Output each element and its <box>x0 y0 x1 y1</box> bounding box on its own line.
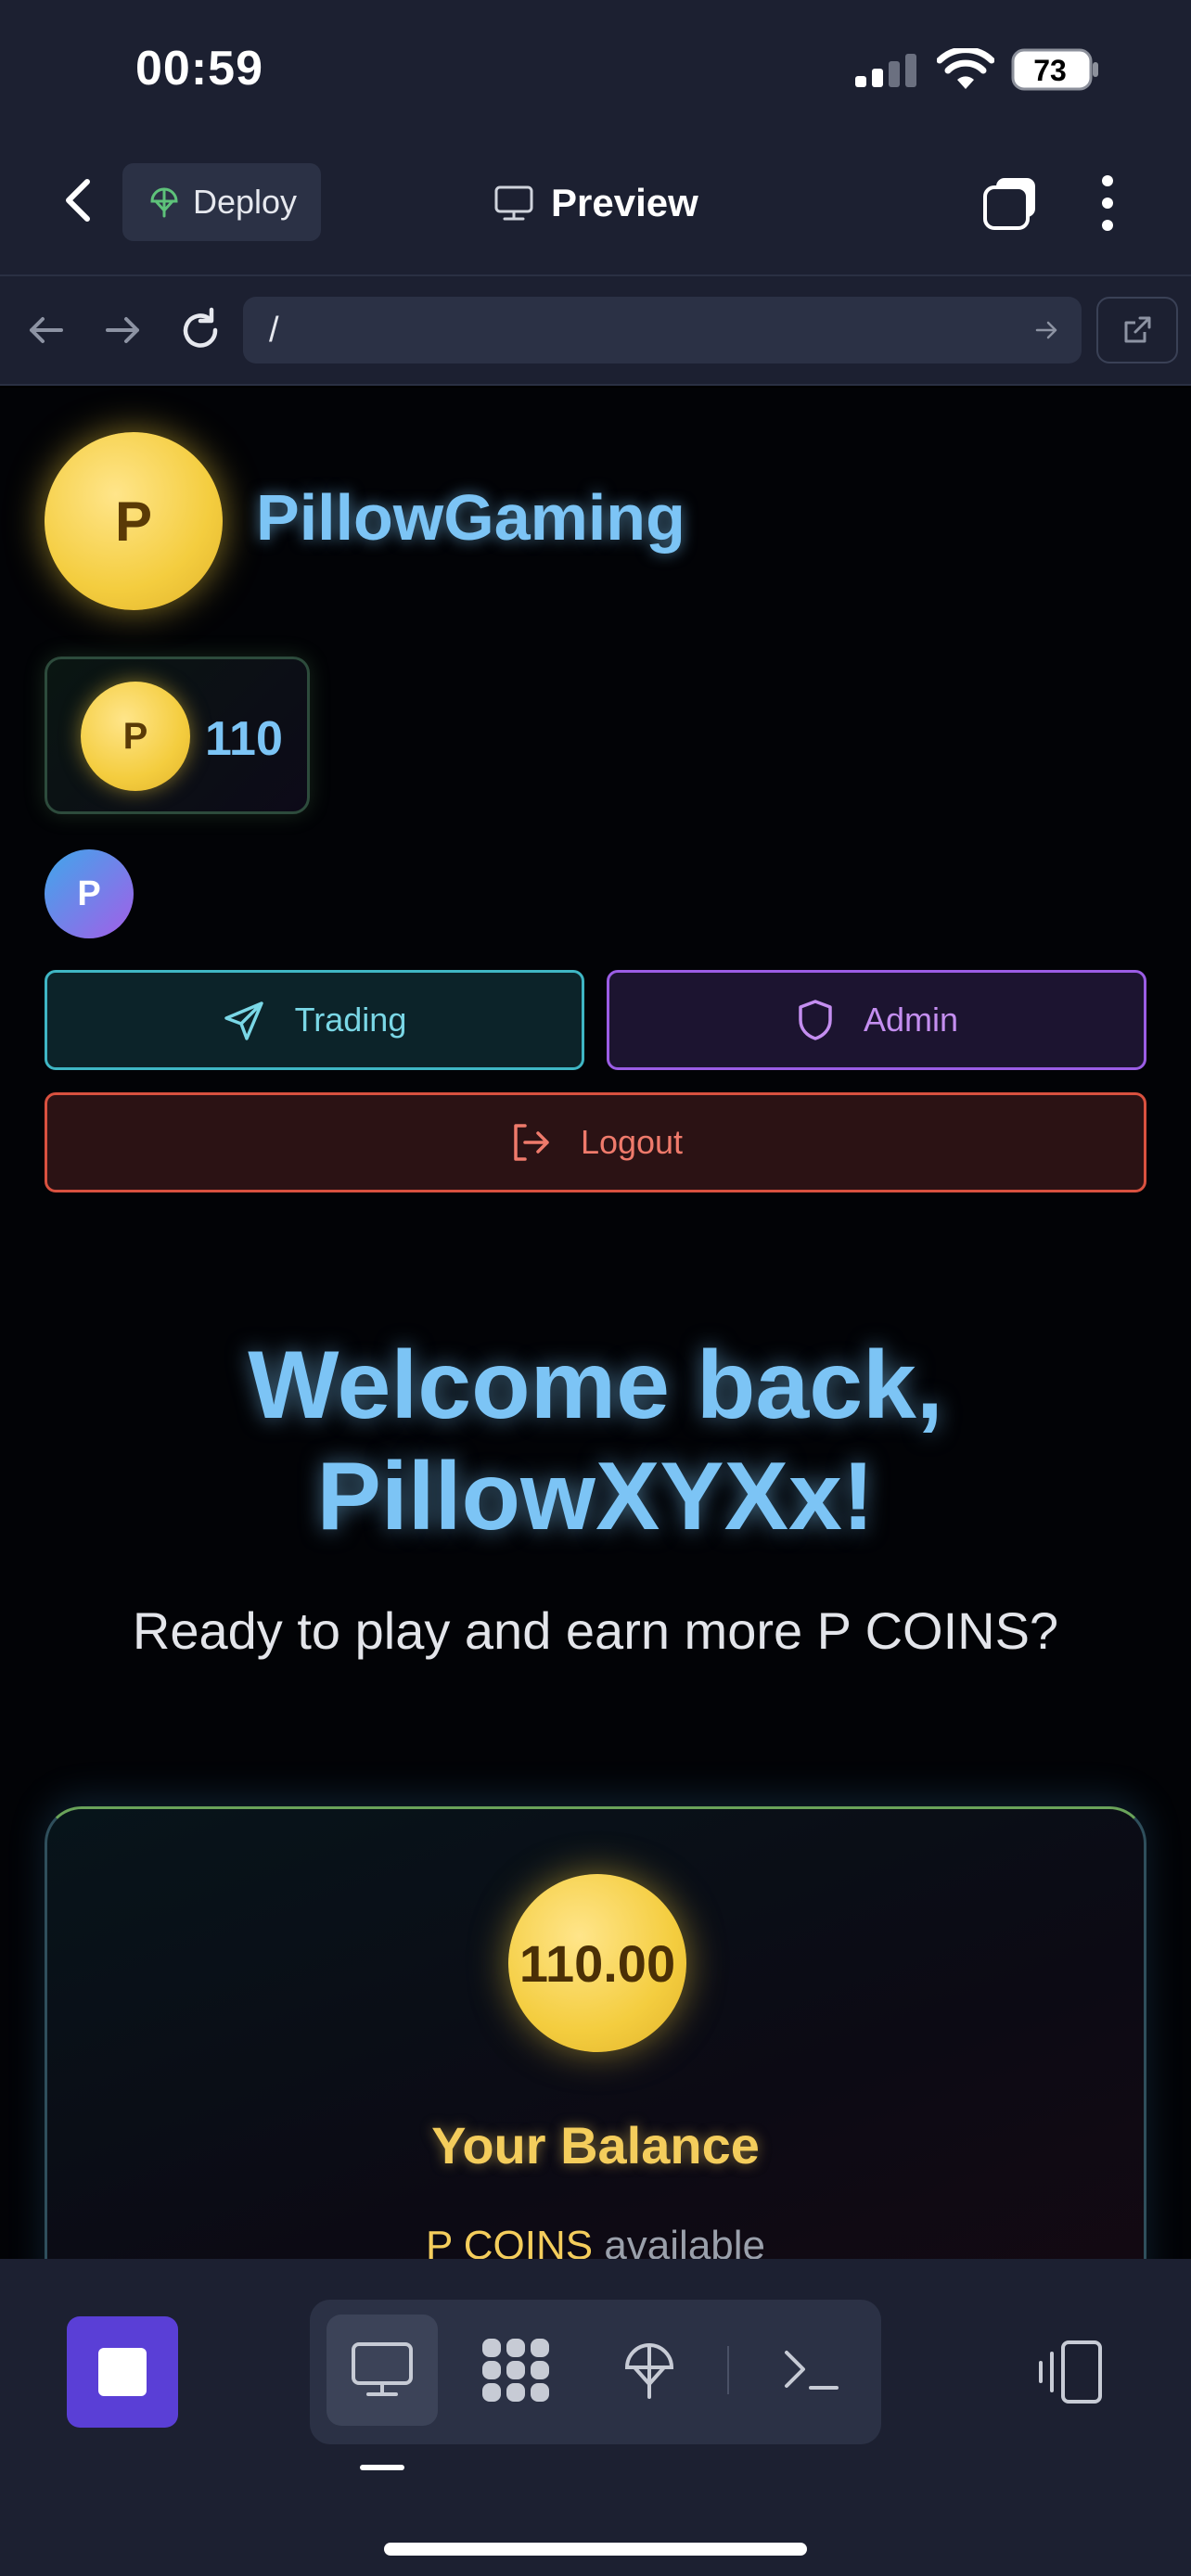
balance-card-title: Your Balance <box>431 2116 760 2174</box>
url-bar-row: / <box>0 274 1191 386</box>
logo-coin[interactable]: P <box>45 432 223 610</box>
bottom-toolbar <box>0 2259 1191 2576</box>
coin-icon: P <box>81 682 190 791</box>
preview-label: Preview <box>551 181 698 224</box>
forward-arrow-icon[interactable] <box>96 304 148 356</box>
preview-title: Preview <box>493 171 698 236</box>
tool-apps[interactable] <box>460 2315 571 2426</box>
tabs-icon[interactable] <box>981 174 1039 232</box>
back-chevron-icon[interactable] <box>56 171 100 230</box>
web-preview: P PillowGaming P 110 P Trading Admin Log… <box>0 388 1191 2259</box>
brand-name[interactable]: PillowGaming <box>256 480 685 555</box>
signal-icon <box>855 54 916 87</box>
url-input[interactable]: / <box>243 297 1082 363</box>
apps-icon <box>482 2339 549 2402</box>
avatar[interactable]: P <box>45 849 134 938</box>
home-indicator <box>384 2543 807 2556</box>
welcome-line-2: PillowXYXx! <box>316 1443 875 1550</box>
balance-card: 110.00 Your Balance P COINS available <box>45 1806 1146 2259</box>
logout-label: Logout <box>580 1123 684 1161</box>
send-icon <box>224 1001 263 1040</box>
trading-label: Trading <box>294 1001 407 1039</box>
balance-pill[interactable]: P 110 <box>45 657 310 814</box>
stop-button[interactable] <box>67 2316 178 2428</box>
wifi-icon <box>937 48 994 89</box>
go-arrow-icon[interactable] <box>1033 317 1059 343</box>
shield-icon <box>799 1000 832 1040</box>
balance-card-subtitle: P COINS available <box>47 2223 1144 2259</box>
status-time: 00:59 <box>135 42 263 96</box>
battery-level: 73 <box>1033 54 1067 87</box>
app-top-chrome: 00:59 73 Deploy Preview <box>0 0 1191 274</box>
tool-switcher <box>310 2300 881 2444</box>
deploy-icon <box>150 187 178 218</box>
back-arrow-icon[interactable] <box>20 304 72 356</box>
tool-terminal[interactable] <box>755 2315 866 2426</box>
active-tab-indicator <box>360 2465 404 2470</box>
battery-icon: 73 <box>1011 48 1098 91</box>
deploy-button[interactable]: Deploy <box>122 163 321 241</box>
welcome-heading: Welcome back, PillowXYXx! <box>0 1330 1191 1552</box>
stop-icon <box>98 2348 147 2396</box>
welcome-line-1: Welcome back, <box>248 1332 943 1439</box>
terminal-icon <box>785 2351 839 2390</box>
status-bar: 00:59 73 <box>0 0 1191 139</box>
open-external-button[interactable] <box>1096 297 1178 363</box>
monitor-icon <box>352 2342 413 2396</box>
trading-button[interactable]: Trading <box>45 970 584 1070</box>
url-text: / <box>269 310 279 350</box>
more-icon[interactable] <box>1095 172 1121 234</box>
balance-pill-amount: 110 <box>205 712 283 766</box>
toolbar-divider <box>727 2346 729 2394</box>
logout-button[interactable]: Logout <box>45 1092 1146 1192</box>
external-link-icon <box>1124 316 1151 343</box>
balance-amount-coin: 110.00 <box>508 1874 686 2052</box>
logout-icon <box>514 1124 549 1161</box>
tool-deploy[interactable] <box>594 2315 705 2426</box>
balance-available-text: available <box>593 2223 766 2259</box>
tagline: Ready to play and earn more P COINS? <box>132 1601 1059 1660</box>
deploy-label: Deploy <box>193 183 298 221</box>
tool-preview[interactable] <box>327 2315 438 2426</box>
monitor-icon <box>494 185 533 221</box>
admin-button[interactable]: Admin <box>607 970 1146 1070</box>
devices-icon[interactable] <box>1035 2337 1106 2407</box>
admin-label: Admin <box>863 1001 959 1039</box>
reload-icon[interactable] <box>174 304 226 356</box>
balance-currency: P COINS <box>425 2223 594 2259</box>
deploy-icon <box>624 2343 674 2399</box>
